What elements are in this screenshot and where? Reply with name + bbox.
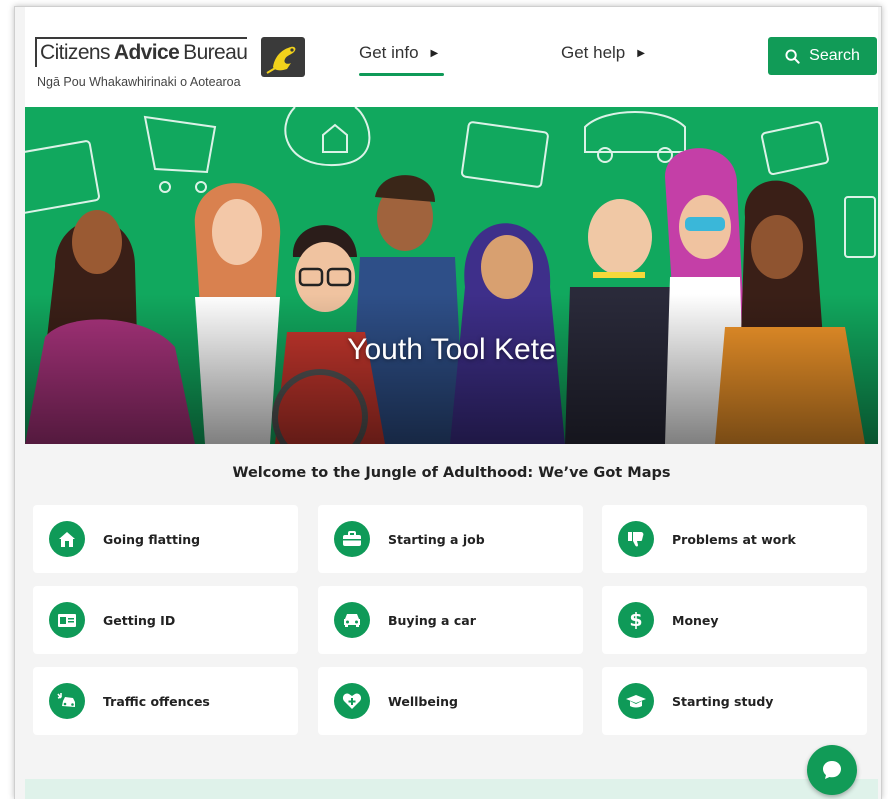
topic-card-getting-id[interactable]: Getting ID	[33, 586, 298, 654]
logo-word-citizens: Citizens	[40, 41, 110, 64]
topic-card-wellbeing[interactable]: Wellbeing	[318, 667, 583, 735]
dollar-icon: $	[618, 602, 654, 638]
nav-get-info-label: Get info	[359, 43, 419, 62]
logo-bird-icon	[261, 37, 305, 77]
caret-right-icon: ▶	[637, 47, 645, 59]
topic-label: Problems at work	[672, 531, 796, 547]
thumbs-down-icon	[618, 521, 654, 557]
topic-label: Starting study	[672, 693, 774, 709]
welcome-heading: Welcome to the Jungle of Adulthood: We’v…	[232, 465, 671, 481]
footer-band	[25, 779, 878, 799]
caret-right-icon: ▶	[430, 47, 439, 59]
car-crash-icon	[49, 683, 85, 719]
site-header: Citizens Advice Bureau Ngā Pou Whakawhir…	[25, 7, 878, 107]
topic-card-going-flatting[interactable]: Going flatting	[33, 505, 298, 573]
search-icon	[785, 48, 800, 64]
chat-bubble-icon	[823, 761, 841, 779]
topic-label: Buying a car	[388, 612, 476, 628]
briefcase-icon	[334, 521, 370, 557]
logo-word-bureau: Bureau	[183, 41, 248, 64]
topic-card-money[interactable]: $ Money	[602, 586, 867, 654]
topic-label: Going flatting	[103, 531, 201, 547]
hero-title: Youth Tool Kete	[347, 333, 556, 366]
hero-gradient	[25, 294, 878, 444]
car-icon	[334, 602, 370, 638]
topic-label: Traffic offences	[103, 693, 210, 709]
topic-card-traffic-offences[interactable]: Traffic offences	[33, 667, 298, 735]
nav-get-help[interactable]: Get help ▶	[561, 43, 645, 63]
graduation-cap-icon	[618, 683, 654, 719]
logo-subtitle: Ngā Pou Whakawhirinaki o Aotearoa	[37, 75, 241, 89]
id-card-icon	[49, 602, 85, 638]
topic-card-starting-study[interactable]: Starting study	[602, 667, 867, 735]
chat-button[interactable]	[807, 745, 857, 795]
logo-wordmark: Citizens Advice Bureau	[35, 37, 248, 67]
house-icon	[49, 521, 85, 557]
topic-card-buying-a-car[interactable]: Buying a car	[318, 586, 583, 654]
nav-get-info[interactable]: Get info ▶	[359, 43, 438, 63]
nav-active-indicator	[359, 73, 444, 76]
hero-banner: Youth Tool Kete	[25, 107, 878, 444]
topic-label: Starting a job	[388, 531, 485, 547]
logo-word-advice: Advice	[113, 41, 180, 64]
page-frame: Citizens Advice Bureau Ngā Pou Whakawhir…	[14, 6, 882, 799]
topic-card-starting-a-job[interactable]: Starting a job	[318, 505, 583, 573]
topic-label: Wellbeing	[388, 693, 458, 709]
heart-plus-icon	[334, 683, 370, 719]
topic-card-problems-at-work[interactable]: Problems at work	[602, 505, 867, 573]
search-button-label: Search	[809, 47, 860, 64]
nav-get-help-label: Get help	[561, 43, 626, 62]
topic-label: Getting ID	[103, 612, 176, 628]
cab-logo[interactable]: Citizens Advice Bureau Ngā Pou Whakawhir…	[35, 29, 315, 91]
search-button[interactable]: Search	[768, 37, 877, 75]
topic-label: Money	[672, 612, 719, 628]
